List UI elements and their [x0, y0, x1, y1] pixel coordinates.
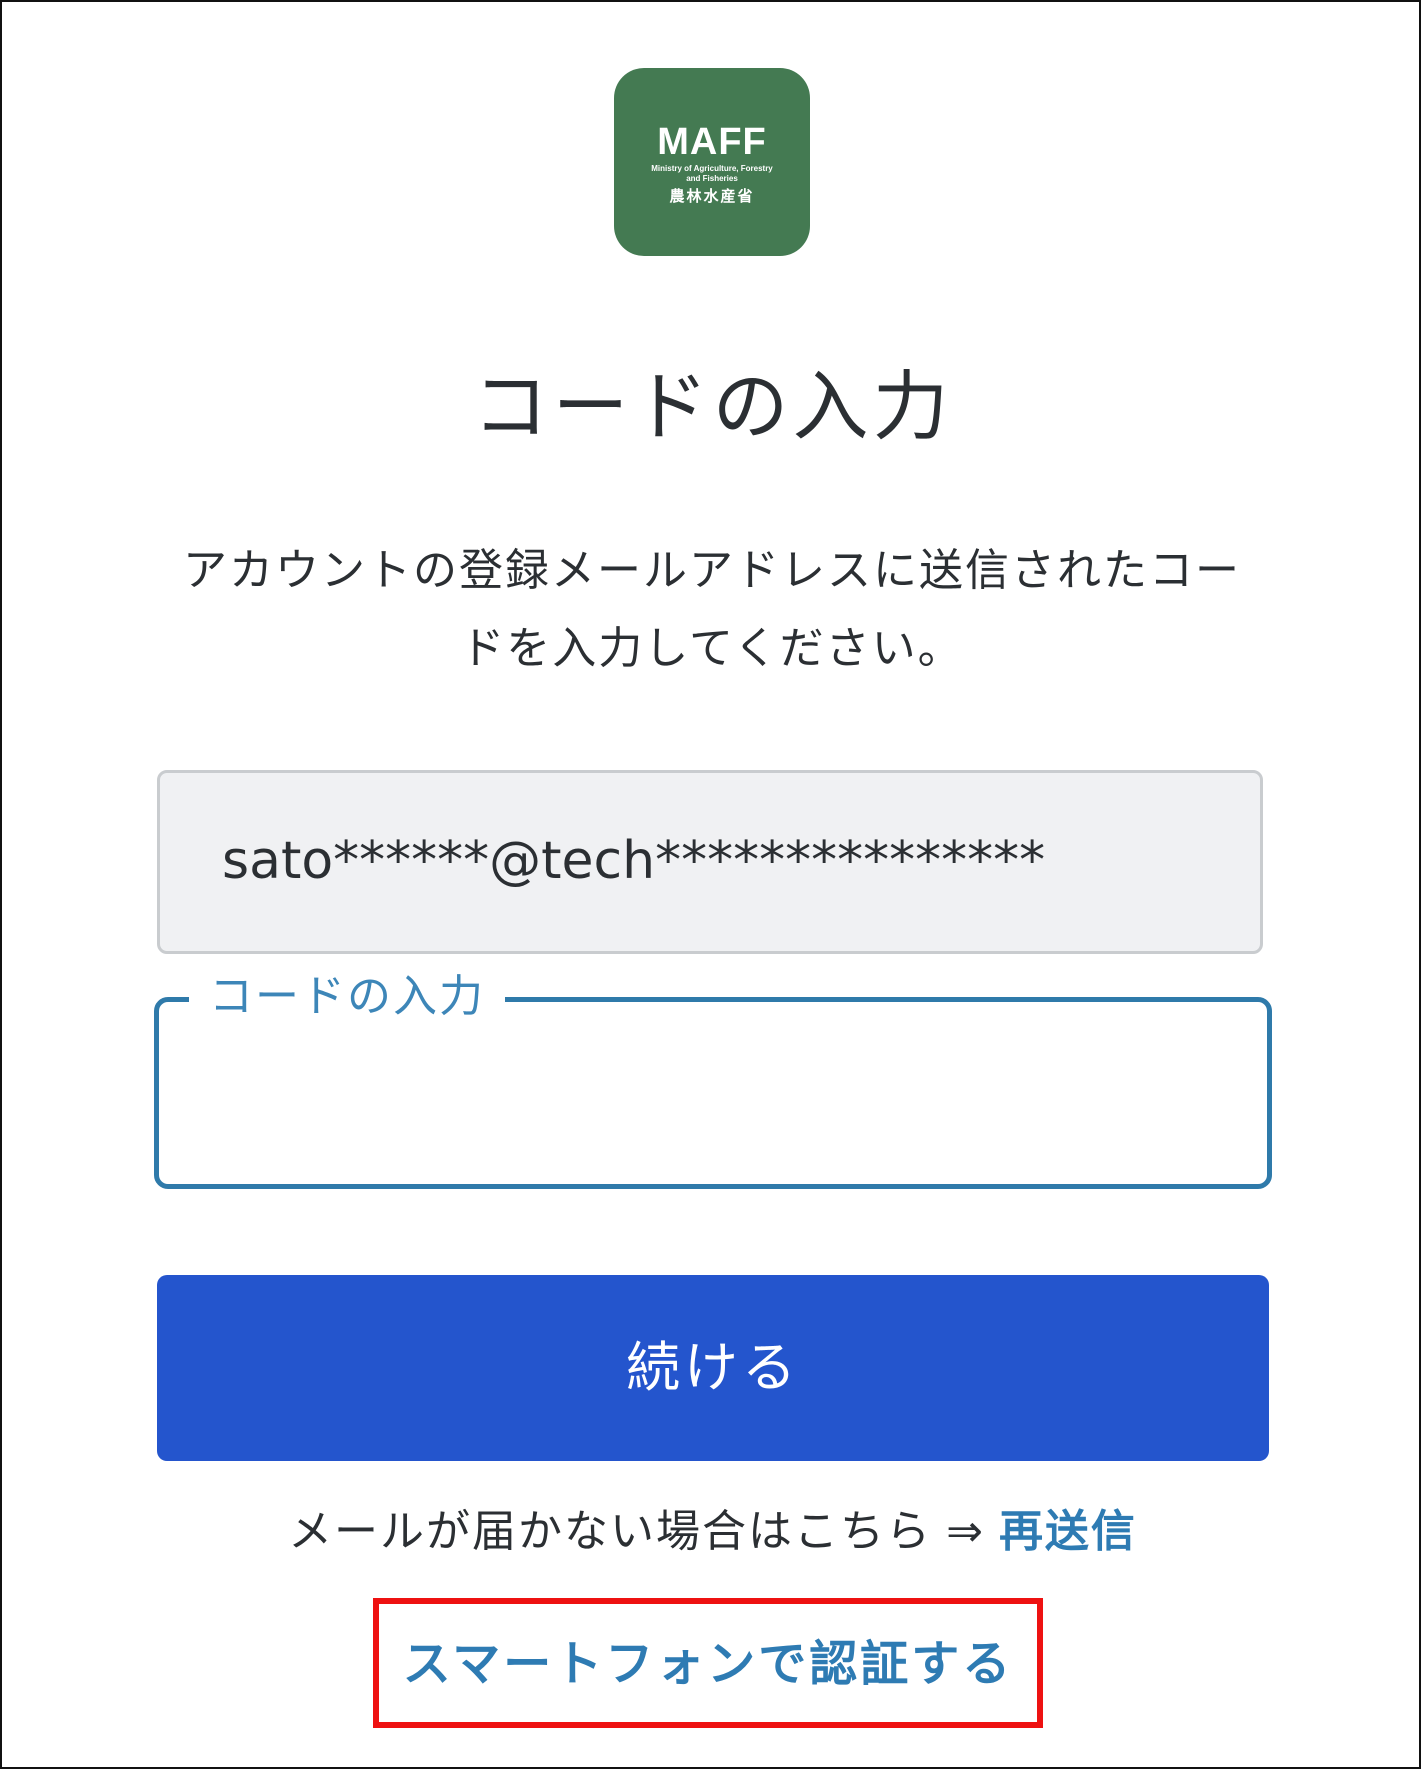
page-title: コードの入力 [472, 362, 953, 451]
arrow-icon: ⇒ [946, 1506, 985, 1557]
maff-logo: MAFF Ministry of Agriculture, Forestry a… [614, 68, 810, 256]
smartphone-auth-link[interactable]: スマートフォンで認証する [373, 1634, 1043, 1694]
logo-japanese-name: 農林水産省 [669, 187, 755, 205]
resend-link[interactable]: 再送信 [999, 1506, 1137, 1557]
code-input-label: コードの入力 [189, 972, 505, 1022]
email-field: sato******@tech*************** [157, 770, 1263, 954]
code-input[interactable] [179, 1052, 1247, 1134]
instruction-text: アカウントの登録メールアドレスに送信されたコードを入力してください。 [183, 545, 1241, 674]
logo-abbreviation: MAFF [657, 121, 767, 163]
resend-line: メールが届かない場合はこちら ⇒ 再送信 [2, 1502, 1421, 1562]
page-frame: MAFF Ministry of Agriculture, Forestry a… [0, 0, 1421, 1769]
continue-button[interactable]: 続ける [157, 1275, 1269, 1461]
resend-text: メールが届かない場合はこちら [288, 1506, 933, 1557]
code-input-container[interactable]: コードの入力 [154, 972, 1272, 1189]
email-value: sato******@tech*************** [222, 831, 1046, 891]
logo-english-name: Ministry of Agriculture, Forestry and Fi… [651, 164, 773, 183]
